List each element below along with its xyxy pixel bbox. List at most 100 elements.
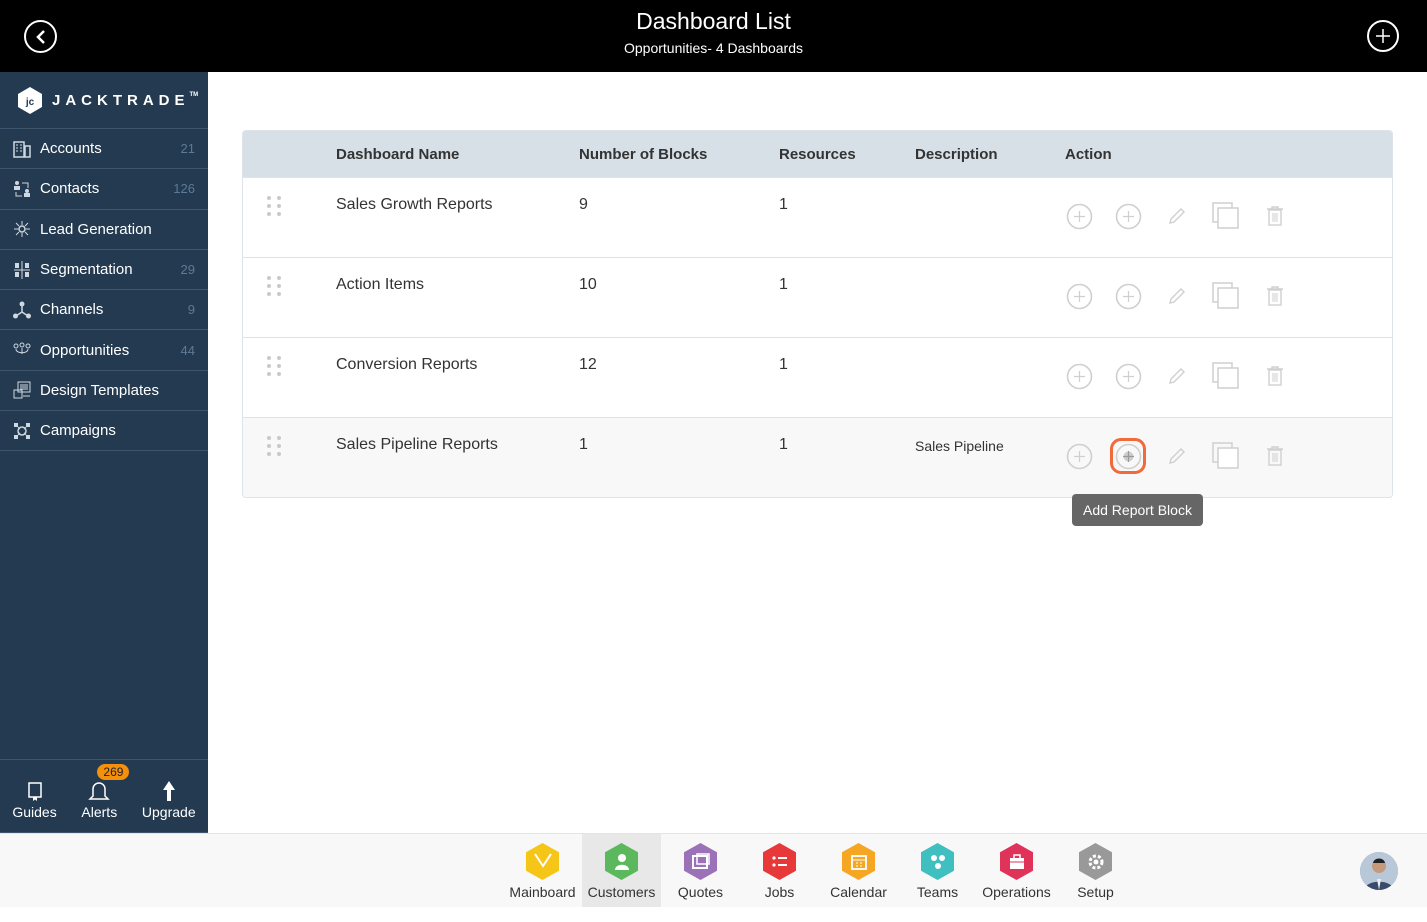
add-dashboard-button[interactable] <box>1367 20 1399 52</box>
column-header-blocks[interactable]: Number of Blocks <box>579 146 779 163</box>
column-header-name[interactable]: Dashboard Name <box>336 146 579 163</box>
sidebar-item-campaigns[interactable]: Campaigns <box>0 411 208 452</box>
app-setup[interactable]: Setup <box>1056 834 1135 907</box>
logo[interactable]: jc JACKTRADETM <box>0 72 208 129</box>
dashboard-name[interactable]: Sales Pipeline Reports <box>336 418 579 454</box>
arrow-up-icon <box>162 778 176 804</box>
sidebar-item-contacts[interactable]: Contacts 126 <box>0 169 208 210</box>
app-label: Teams <box>916 884 959 900</box>
campaigns-icon <box>13 422 31 440</box>
plus-icon <box>1376 29 1390 43</box>
plus-circle-icon <box>1115 203 1142 230</box>
guides-label: Guides <box>12 804 57 820</box>
description: Sales Pipeline <box>915 438 1004 454</box>
duplicate-button[interactable] <box>1212 282 1240 310</box>
teams-icon <box>921 843 954 880</box>
book-icon <box>27 778 43 804</box>
main-content: Dashboard Name Number of Blocks Resource… <box>208 72 1427 833</box>
add-dashboard-block-button[interactable] <box>1065 442 1093 470</box>
add-report-block-button[interactable] <box>1114 282 1142 310</box>
sidebar-item-lead-generation[interactable]: Lead Generation <box>0 210 208 250</box>
app-calendar[interactable]: Calendar <box>819 834 898 907</box>
sidebar-item-channels[interactable]: Channels 9 <box>0 290 208 331</box>
number-of-blocks: 12 <box>579 356 597 373</box>
column-header-resources[interactable]: Resources <box>779 146 915 163</box>
app-label: Operations <box>982 884 1051 900</box>
trash-icon <box>1266 285 1284 307</box>
add-report-block-button[interactable] <box>1114 362 1142 390</box>
sidebar-item-design-templates[interactable]: Design Templates <box>0 371 208 412</box>
drag-handle-icon[interactable] <box>267 356 336 376</box>
footer-strip <box>0 907 1427 922</box>
sidebar-item-label: Lead Generation <box>40 220 152 238</box>
segmentation-icon <box>13 260 31 279</box>
edit-button[interactable] <box>1163 202 1191 230</box>
drag-handle-icon[interactable] <box>267 196 336 216</box>
number-of-blocks: 10 <box>579 276 597 293</box>
dashboard-name[interactable]: Conversion Reports <box>336 338 579 374</box>
add-dashboard-block-button[interactable] <box>1065 282 1093 310</box>
row-actions <box>1065 338 1392 390</box>
app-customers[interactable]: Customers <box>582 834 661 907</box>
edit-button[interactable] <box>1163 442 1191 470</box>
duplicate-button[interactable] <box>1212 202 1240 230</box>
building-icon <box>13 140 31 158</box>
resources: 1 <box>779 436 788 453</box>
description <box>915 258 1065 278</box>
sidebar-item-label: Opportunities <box>40 341 130 359</box>
resources: 1 <box>779 276 788 293</box>
drag-handle-icon[interactable] <box>267 436 336 456</box>
delete-button[interactable] <box>1261 442 1289 470</box>
row-actions <box>1065 418 1392 474</box>
delete-button[interactable] <box>1261 202 1289 230</box>
dashboard-name[interactable]: Action Items <box>336 258 579 294</box>
table-row[interactable]: Action Items 10 1 <box>243 257 1392 337</box>
sidebar-item-accounts[interactable]: Accounts 21 <box>0 129 208 170</box>
add-report-block-button[interactable] <box>1110 438 1146 474</box>
add-dashboard-block-button[interactable] <box>1065 202 1093 230</box>
column-header-action: Action <box>1065 145 1112 163</box>
delete-button[interactable] <box>1261 362 1289 390</box>
add-dashboard-block-button[interactable] <box>1065 362 1093 390</box>
app-operations[interactable]: Operations <box>977 834 1056 907</box>
alerts-button[interactable]: 269 Alerts <box>81 764 130 820</box>
duplicate-button[interactable] <box>1212 362 1240 390</box>
dashboard-name[interactable]: Sales Growth Reports <box>336 178 579 214</box>
logo-text: JACKTRADETM <box>52 91 199 109</box>
sidebar-item-segmentation[interactable]: Segmentation 29 <box>0 250 208 291</box>
plus-circle-icon <box>1066 203 1093 230</box>
trash-icon <box>1266 445 1284 467</box>
app-quotes[interactable]: Quotes <box>661 834 740 907</box>
alerts-label: Alerts <box>81 804 118 820</box>
sidebar-item-label: Campaigns <box>40 422 116 440</box>
edit-button[interactable] <box>1163 362 1191 390</box>
plus-circle-icon <box>1066 283 1093 310</box>
user-avatar[interactable] <box>1360 852 1398 890</box>
customers-icon <box>605 843 638 880</box>
duplicate-button[interactable] <box>1212 442 1240 470</box>
opportunities-icon <box>13 341 31 359</box>
drag-handle-icon[interactable] <box>267 276 336 296</box>
edit-button[interactable] <box>1163 282 1191 310</box>
page-title: Dashboard List <box>636 8 791 34</box>
add-report-block-button[interactable] <box>1114 202 1142 230</box>
app-mainboard[interactable]: Mainboard <box>503 834 582 907</box>
row-actions <box>1065 258 1392 310</box>
table-row[interactable]: Conversion Reports 12 1 <box>243 337 1392 417</box>
channels-icon <box>13 301 31 319</box>
app-jobs[interactable]: Jobs <box>740 834 819 907</box>
app-label: Jobs <box>764 884 795 900</box>
operations-icon <box>1000 843 1033 880</box>
trash-icon <box>1266 205 1284 227</box>
copy-icon <box>1212 202 1240 230</box>
column-header-description[interactable]: Description <box>915 146 1065 163</box>
delete-button[interactable] <box>1261 282 1289 310</box>
table-row[interactable]: Sales Pipeline Reports 1 1 Sales Pipelin… <box>243 417 1392 497</box>
table-row[interactable]: Sales Growth Reports 9 1 <box>243 177 1392 257</box>
app-teams[interactable]: Teams <box>898 834 977 907</box>
upgrade-button[interactable]: Upgrade <box>142 778 196 820</box>
sidebar-item-opportunities[interactable]: Opportunities 44 <box>0 330 208 371</box>
copy-icon <box>1212 362 1240 390</box>
pencil-icon <box>1167 286 1187 306</box>
guides-button[interactable]: Guides <box>12 778 57 820</box>
